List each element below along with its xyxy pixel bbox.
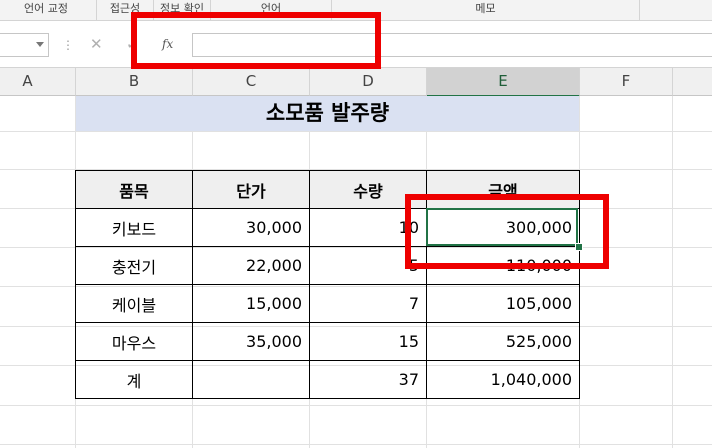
ribbon-group-language: 언어 [211, 0, 332, 20]
total-qty-cell[interactable]: 37 [309, 360, 427, 399]
table-header-row: 품목 단가 수량 금액 [75, 170, 580, 209]
formula-input[interactable] [192, 33, 712, 57]
grid-line [0, 405, 712, 406]
amount-cell[interactable]: 300,000 [426, 208, 580, 247]
insert-function-icon[interactable]: fx [162, 37, 173, 51]
ribbon-group-proofing: 언어 교정 [0, 0, 97, 20]
table-row: 마우스 35,000 15 525,000 [75, 322, 580, 361]
ribbon-group-labels: 언어 교정 접근성 정보 확인 언어 메모 [0, 0, 712, 21]
column-header-a[interactable]: A [0, 68, 76, 96]
cancel-icon[interactable]: ✕ [90, 35, 103, 53]
ribbon-group-accessibility: 접근성 [97, 0, 154, 20]
total-row: 계 37 1,040,000 [75, 360, 580, 399]
grid-line [672, 96, 673, 448]
enter-icon[interactable]: ✓ [126, 35, 139, 53]
amount-cell[interactable]: 525,000 [426, 322, 580, 361]
item-cell[interactable]: 케이블 [75, 284, 193, 323]
item-cell[interactable]: 마우스 [75, 322, 193, 361]
chevron-down-icon[interactable] [36, 42, 44, 47]
header-cell[interactable]: 금액 [426, 170, 580, 209]
column-header-b[interactable]: B [76, 68, 193, 96]
column-header-d[interactable]: D [310, 68, 427, 96]
qty-cell[interactable]: 15 [309, 322, 427, 361]
qty-cell[interactable]: 7 [309, 284, 427, 323]
price-cell[interactable]: 22,000 [192, 246, 310, 285]
order-table: 품목 단가 수량 금액 키보드 30,000 10 300,000 충전기 22… [75, 170, 580, 399]
sheet-title[interactable]: 소모품 발주량 [76, 96, 579, 131]
item-cell[interactable]: 키보드 [75, 208, 193, 247]
column-header-e[interactable]: E [427, 68, 580, 97]
column-header-g[interactable] [673, 68, 712, 96]
table-row: 키보드 30,000 10 300,000 [75, 208, 580, 247]
total-amount-cell[interactable]: 1,040,000 [426, 360, 580, 399]
header-cell[interactable]: 수량 [309, 170, 427, 209]
total-label-cell[interactable]: 계 [75, 360, 193, 399]
total-price-cell[interactable] [192, 360, 310, 399]
price-cell[interactable]: 35,000 [192, 322, 310, 361]
amount-cell[interactable]: 105,000 [426, 284, 580, 323]
ribbon-group-comments: 메모 [332, 0, 640, 20]
header-cell[interactable]: 품목 [75, 170, 193, 209]
item-cell[interactable]: 충전기 [75, 246, 193, 285]
price-cell[interactable]: 15,000 [192, 284, 310, 323]
column-header-c[interactable]: C [193, 68, 310, 96]
formula-bar: ⋮ ✕ ✓ fx [0, 21, 712, 68]
qty-cell[interactable]: 5 [309, 246, 427, 285]
grid-line [0, 444, 712, 445]
qty-cell[interactable]: 10 [309, 208, 427, 247]
amount-cell[interactable]: 110,000 [426, 246, 580, 285]
ribbon-group-insights: 정보 확인 [154, 0, 211, 20]
column-header-f[interactable]: F [580, 68, 673, 96]
worksheet-grid[interactable]: A B C D E F 소모품 발주량 품목 단가 수량 금액 키보드 30,0… [0, 68, 712, 448]
fill-handle[interactable] [575, 243, 583, 251]
table-row: 충전기 22,000 5 110,000 [75, 246, 580, 285]
name-box[interactable] [0, 33, 49, 57]
header-cell[interactable]: 단가 [192, 170, 310, 209]
grid-line [0, 131, 712, 132]
drag-handle-icon[interactable]: ⋮ [62, 38, 74, 52]
table-row: 케이블 15,000 7 105,000 [75, 284, 580, 323]
price-cell[interactable]: 30,000 [192, 208, 310, 247]
